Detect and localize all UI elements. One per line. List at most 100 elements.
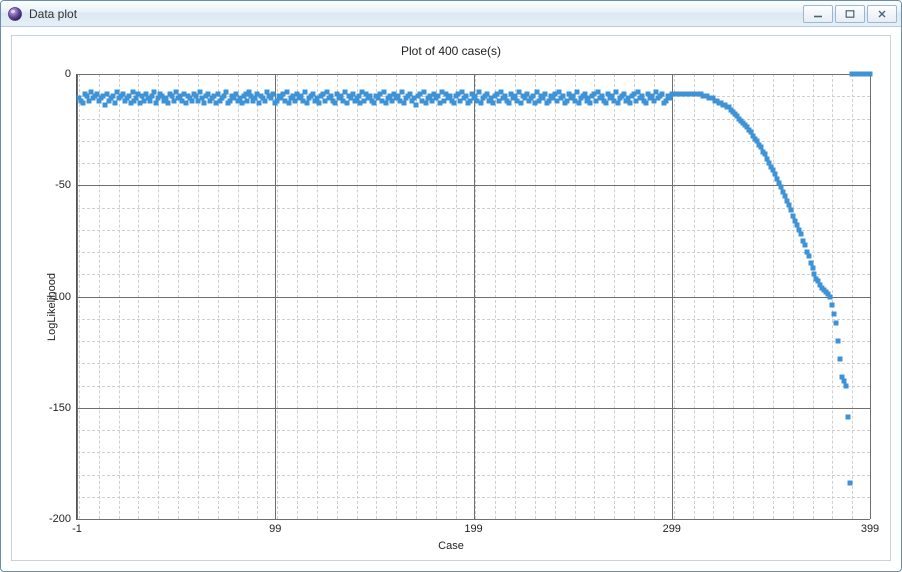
data-point <box>576 100 581 105</box>
maximize-button[interactable] <box>835 5 865 23</box>
plot-wrap: LogLikelihood Case -1991992993990-50-100… <box>18 60 884 554</box>
data-point <box>530 94 535 99</box>
data-point <box>542 92 547 97</box>
data-point <box>152 89 157 94</box>
chart-container: Plot of 400 case(s) LogLikelihood Case -… <box>18 42 884 554</box>
y-tick-label: -100 <box>49 291 77 303</box>
data-point <box>798 232 803 237</box>
data-point <box>402 100 407 105</box>
data-point <box>628 100 633 105</box>
gridline-y <box>77 185 870 186</box>
data-point <box>507 100 512 105</box>
data-point <box>356 94 361 99</box>
data-point <box>102 103 107 108</box>
data-point <box>332 100 337 105</box>
data-point <box>110 94 115 99</box>
data-point <box>519 100 524 105</box>
titlebar[interactable]: Data plot <box>1 1 901 27</box>
data-point <box>836 339 841 344</box>
gridline-y <box>77 74 870 75</box>
data-point <box>197 89 202 94</box>
data-point <box>166 100 171 105</box>
data-point <box>245 98 250 103</box>
x-tick-label: 299 <box>663 519 681 535</box>
data-point <box>271 92 276 97</box>
data-point <box>868 72 873 77</box>
data-point <box>659 92 664 97</box>
window-title: Data plot <box>29 7 77 21</box>
data-point <box>435 94 440 99</box>
window-buttons <box>803 5 897 23</box>
data-point <box>302 89 307 94</box>
data-point <box>588 100 593 105</box>
data-point <box>263 98 268 103</box>
x-tick-label: 199 <box>464 519 482 535</box>
y-tick-label: 0 <box>65 68 77 80</box>
data-point <box>616 100 621 105</box>
content-panel: Plot of 400 case(s) LogLikelihood Case -… <box>11 35 891 561</box>
y-tick-label: -150 <box>49 402 77 414</box>
data-point <box>384 100 389 105</box>
app-icon <box>7 6 23 22</box>
gridline-y <box>77 408 870 409</box>
y-tick-label: -50 <box>55 179 77 191</box>
data-point <box>421 89 426 94</box>
data-point <box>830 303 835 308</box>
data-point <box>810 265 815 270</box>
data-point <box>154 100 159 105</box>
gridline-x <box>870 74 871 519</box>
data-point <box>451 100 456 105</box>
data-point <box>150 94 155 99</box>
data-point <box>667 96 672 101</box>
x-tick-label: 99 <box>269 519 281 535</box>
data-point <box>257 100 262 105</box>
data-point <box>304 100 309 105</box>
data-point <box>344 100 349 105</box>
data-point <box>848 481 853 486</box>
data-point <box>788 207 793 212</box>
data-point <box>828 294 833 299</box>
chart-title: Plot of 400 case(s) <box>18 42 884 60</box>
data-point <box>316 100 321 105</box>
data-point <box>491 100 496 105</box>
data-point <box>846 414 851 419</box>
y-axis-label: LogLikelihood <box>46 273 58 341</box>
data-point <box>832 312 837 317</box>
data-point <box>574 89 579 94</box>
data-point <box>130 89 135 94</box>
app-window: Data plot Plot of 400 case(s) LogLikelih… <box>0 0 902 572</box>
data-point <box>400 89 405 94</box>
data-point <box>802 243 807 248</box>
x-axis-label: Case <box>18 540 884 554</box>
data-point <box>189 98 194 103</box>
data-point <box>382 89 387 94</box>
data-point <box>806 254 811 259</box>
data-point <box>643 100 648 105</box>
data-point <box>477 89 482 94</box>
data-point <box>223 89 228 94</box>
data-point <box>239 100 244 105</box>
minimize-button[interactable] <box>803 5 833 23</box>
data-point <box>184 100 189 105</box>
data-point <box>221 94 226 99</box>
data-point <box>201 100 206 105</box>
data-point <box>148 98 153 103</box>
data-point <box>414 103 419 108</box>
y-tick-label: -200 <box>49 513 77 525</box>
data-point <box>844 383 849 388</box>
data-point <box>287 100 292 105</box>
x-tick-label: 399 <box>861 519 879 535</box>
data-point <box>423 100 428 105</box>
data-point <box>126 94 131 99</box>
data-point <box>834 321 839 326</box>
data-point <box>285 89 290 94</box>
gridline-y <box>77 297 870 298</box>
gridline-y <box>77 519 870 520</box>
data-point <box>112 100 117 105</box>
data-point <box>838 356 843 361</box>
data-point <box>604 100 609 105</box>
plot-area[interactable]: -1991992993990-50-100-150-200 <box>76 74 870 520</box>
data-point <box>479 100 484 105</box>
data-point <box>614 89 619 94</box>
close-button[interactable] <box>867 5 897 23</box>
